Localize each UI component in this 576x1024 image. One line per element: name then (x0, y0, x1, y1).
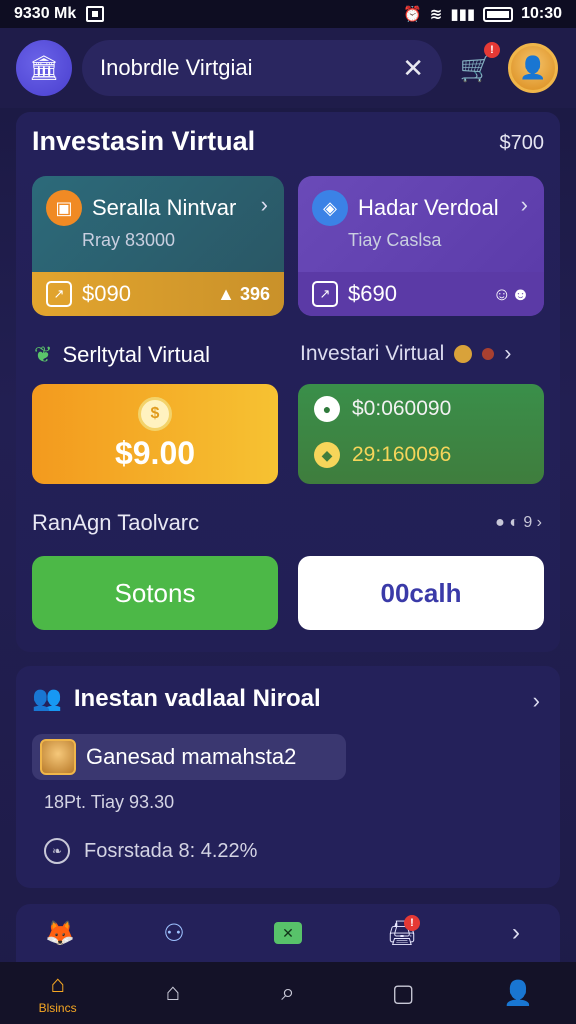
search-icon: ⌕ (281, 979, 295, 1006)
chat-icon: ● (314, 396, 340, 422)
shortcuts-card: 🦊 ⚇ ✕ 🖨! › (16, 904, 560, 962)
tile-b-sub: Tiay Caslsa (348, 230, 442, 250)
row2-right[interactable]: Investari Virtual › (300, 342, 511, 366)
overview-card: Investasin Virtual $700 ▣ Seralla Nintva… (16, 112, 560, 652)
tile-a-title: Seralla Nintvar (92, 195, 237, 220)
green-stats-card[interactable]: ● $0:060090 ◆ 29:160096 (298, 384, 544, 484)
top-bar: 🏛 Inobrdle Virtgiai ✕ 🛒 ! 👤 (0, 28, 576, 108)
green-row1: $0:060090 (352, 397, 452, 420)
gold-value: $9.00 (114, 434, 196, 471)
square-icon: ▢ (391, 979, 415, 1007)
users-icon[interactable]: ⚇ (148, 919, 200, 948)
chart-icon: ↗ (46, 281, 72, 307)
printer-icon[interactable]: 🖨! (376, 914, 428, 948)
app-logo-icon[interactable]: 🏛 (16, 40, 72, 96)
cart-icon: 🛒 (459, 52, 493, 83)
status-time: 10:30 (521, 5, 562, 22)
investment-line1: 18Pt. Tiay 93.30 (44, 792, 175, 812)
tile-a-sub: Rray 83000 (82, 230, 176, 250)
sotons-button[interactable]: Sotons (32, 556, 278, 630)
nav-business[interactable]: ⌂ Blsincs (18, 971, 98, 1015)
people-icon: 👥 (32, 685, 62, 712)
investment-line2: Fosrstada 8: 4.22% (84, 839, 258, 862)
home-icon: ⌂ (50, 971, 65, 998)
search-bar[interactable]: Inobrdle Virtgiai ✕ (82, 40, 442, 96)
overview-title: Investasin Virtual (32, 126, 256, 156)
ranking-label: RanAgn Taolvarc (32, 510, 200, 535)
avatar[interactable]: 👤 (508, 43, 558, 93)
user-name: Ganesad mamahsta2 (86, 744, 297, 769)
status-left-text: 9330 Mk (14, 5, 77, 22)
dollar-coin-icon: $ (138, 396, 172, 431)
tile-a-right: ▲ 396 (217, 283, 270, 304)
signal-icon: ▮▮▮ (450, 6, 476, 23)
notification-icon (86, 6, 105, 22)
tile-b-value: $690 (348, 281, 397, 306)
nav-business-label: Blsincs (38, 1001, 77, 1015)
tile-seralla[interactable]: ▣ Seralla Nintvar › Rray 83000 ↗ $090 ▲ … (32, 176, 284, 316)
wallet-icon: ▣ (46, 190, 82, 226)
chevron-right-icon[interactable]: › (533, 688, 540, 714)
status-bar: 9330 Mk ⏰ ≋ ▮▮▮ 10:30 (0, 0, 576, 28)
bottom-nav: ⌂ Blsincs ⌂ ⌕ ▢ 👤 (0, 962, 576, 1024)
leaf-icon: ◆ (314, 442, 340, 468)
exchange-icon[interactable]: ✕ (262, 922, 314, 944)
chevron-right-icon[interactable]: › (261, 192, 268, 218)
row2-left[interactable]: ❦ Serltytal Virtual (34, 342, 210, 368)
cart-button[interactable]: 🛒 ! (456, 42, 500, 88)
close-icon[interactable]: ✕ (402, 53, 424, 84)
tile-b-title: Hadar Verdoal (358, 195, 499, 220)
person-icon: 👤 (503, 979, 534, 1007)
battery-icon (483, 6, 514, 22)
home-icon: ⌂ (165, 979, 181, 1006)
investment-title: Inestan vadlaal Niroal (73, 684, 321, 712)
search-text[interactable]: Inobrdle Virtgiai (100, 55, 402, 81)
cart-badge: ! (484, 42, 500, 58)
chevron-right-icon[interactable]: › (490, 919, 542, 947)
chevron-right-icon[interactable]: › (521, 192, 528, 218)
leaf-icon: ❦ (34, 342, 53, 367)
emoji-icon: ☺☻ (492, 283, 530, 304)
tile-hadar[interactable]: ◈ Hadar Verdoal › Tiay Caslsa ↗ $690 ☺☻ (298, 176, 544, 316)
user-avatar (40, 739, 76, 775)
wifi-icon: ≋ (429, 6, 443, 23)
user-chip[interactable]: Ganesad mamahsta2 (32, 734, 346, 780)
nav-search[interactable]: ⌕ (248, 979, 328, 1007)
investment-card: 👥 Inestan vadlaal Niroal › Ganesad mamah… (16, 666, 560, 888)
ranking-indicators[interactable]: ● ◐ 9 › (495, 514, 542, 532)
nav-profile[interactable]: 👤 (478, 979, 558, 1008)
nav-home[interactable]: ⌂ (133, 979, 213, 1007)
printer-badge: ! (404, 914, 420, 931)
nav-apps[interactable]: ▢ (363, 979, 443, 1008)
row2-right-label: Investari Virtual (300, 342, 445, 365)
flame-icon (482, 348, 495, 360)
coin-icon (454, 345, 473, 363)
cash-button[interactable]: 00calh (298, 556, 544, 630)
leaf-icon: ❧ (44, 838, 70, 864)
row2-left-label: Serltytal Virtual (62, 342, 210, 367)
green-row2: 29:160096 (352, 443, 452, 466)
tile-a-value: $090 (82, 281, 131, 306)
chart-icon: ↗ (312, 281, 338, 307)
alarm-icon: ⏰ (403, 6, 422, 23)
chevron-right-icon[interactable]: › (504, 342, 511, 366)
gold-balance-card[interactable]: $ $9.00 (32, 384, 278, 484)
tag-icon: ◈ (312, 190, 348, 226)
character-icon[interactable]: 🦊 (34, 919, 86, 948)
overview-amount: $700 (499, 132, 545, 154)
